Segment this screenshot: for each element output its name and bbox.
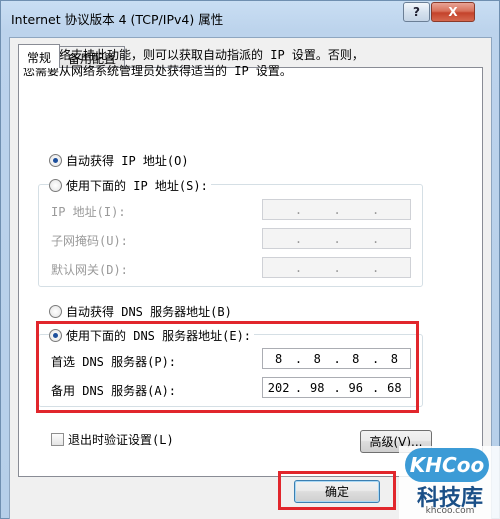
radio-auto-ip-label: 自动获得 IP 地址(O)	[66, 154, 189, 168]
help-button[interactable]: ?	[403, 2, 430, 22]
watermark-url: khcoo.com	[425, 506, 475, 516]
ip-dot: .	[372, 260, 380, 275]
dialog-window: Internet 协议版本 4 (TCP/IPv4) 属性 ? X 常规 备用配…	[0, 0, 500, 519]
description-line-1: 如果网络支持此功能，则可以获取自动指派的 IP 设置。否则，	[23, 48, 364, 62]
close-button[interactable]: X	[431, 2, 475, 22]
radio-manual-ip-indicator[interactable]	[49, 179, 62, 192]
watermark-brand: KHCoo	[405, 448, 489, 482]
highlight-dns-box	[36, 321, 419, 413]
tab-general[interactable]: 常规	[18, 44, 61, 68]
ip-address-label: IP 地址(I):	[51, 205, 126, 219]
default-gateway-input: . . .	[262, 257, 411, 278]
watermark-logo: KHCoo 科技库 khcoo.com	[399, 446, 500, 519]
window-title: Internet 协议版本 4 (TCP/IPv4) 属性	[11, 12, 224, 27]
validate-on-exit-box[interactable]	[51, 433, 64, 446]
radio-auto-dns-indicator[interactable]	[49, 305, 62, 318]
ip-dot: .	[333, 231, 341, 246]
ip-dot: .	[333, 202, 341, 217]
radio-manual-ip[interactable]: 使用下面的 IP 地址(S):	[49, 177, 211, 194]
radio-auto-dns-label: 自动获得 DNS 服务器地址(B)	[66, 305, 232, 319]
radio-auto-dns[interactable]: 自动获得 DNS 服务器地址(B)	[49, 303, 232, 320]
ip-dot: .	[294, 202, 303, 217]
subnet-mask-label: 子网掩码(U):	[51, 234, 128, 248]
radio-auto-ip-indicator[interactable]	[49, 154, 62, 167]
ip-dot: .	[333, 260, 341, 275]
description-line-2: 您需要从网络系统管理员处获得适当的 IP 设置。	[23, 64, 292, 78]
validate-on-exit-label: 退出时验证设置(L)	[68, 433, 174, 447]
default-gateway-label: 默认网关(D):	[51, 263, 128, 277]
title-bar[interactable]: Internet 协议版本 4 (TCP/IPv4) 属性 ? X	[1, 1, 499, 31]
highlight-ok-box	[278, 471, 396, 510]
radio-auto-ip[interactable]: 自动获得 IP 地址(O)	[49, 152, 189, 169]
validate-on-exit-checkbox[interactable]: 退出时验证设置(L)	[51, 431, 174, 448]
ip-dot: .	[294, 231, 303, 246]
description-text: 如果网络支持此功能，则可以获取自动指派的 IP 设置。否则， 您需要从网络系统管…	[23, 47, 463, 79]
ip-dot: .	[294, 260, 303, 275]
ip-dot: .	[372, 202, 380, 217]
ip-address-input: . . .	[262, 199, 411, 220]
radio-manual-ip-label: 使用下面的 IP 地址(S):	[66, 179, 208, 193]
ip-dot: .	[372, 231, 380, 246]
subnet-mask-input: . . .	[262, 228, 411, 249]
